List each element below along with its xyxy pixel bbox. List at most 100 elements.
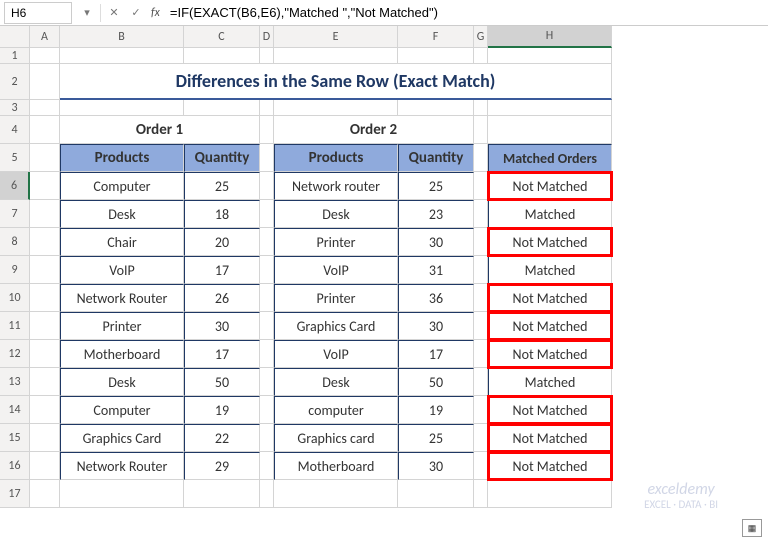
cell-q1-6[interactable]: 25: [184, 172, 260, 200]
cell-q1-9[interactable]: 17: [184, 256, 260, 284]
cell-blank[interactable]: [474, 48, 488, 64]
cell-p2-11[interactable]: Graphics Card: [274, 312, 398, 340]
cell-blank[interactable]: [30, 368, 60, 396]
cell-blank[interactable]: [488, 480, 612, 508]
select-all-corner[interactable]: [0, 26, 30, 48]
row-header-17[interactable]: 17: [0, 480, 30, 508]
cell-blank[interactable]: [474, 256, 488, 284]
cell-q1-11[interactable]: 30: [184, 312, 260, 340]
cell-blank[interactable]: [474, 116, 488, 144]
cell-blank[interactable]: [474, 340, 488, 368]
row-header-11[interactable]: 11: [0, 312, 30, 340]
cell-blank[interactable]: [474, 396, 488, 424]
cell-blank[interactable]: [30, 396, 60, 424]
row-header-7[interactable]: 7: [0, 200, 30, 228]
cell-blank[interactable]: [30, 64, 60, 100]
col-header-G[interactable]: G: [474, 26, 488, 48]
cell-match-12[interactable]: Not Matched: [488, 340, 612, 368]
cell-p1-7[interactable]: Desk: [60, 200, 184, 228]
cell-q1-12[interactable]: 17: [184, 340, 260, 368]
cell-blank[interactable]: [474, 228, 488, 256]
cell-blank[interactable]: [274, 100, 398, 116]
cell-q2-15[interactable]: 25: [398, 424, 474, 452]
cell-blank[interactable]: [260, 424, 274, 452]
cell-p2-10[interactable]: Printer: [274, 284, 398, 312]
cell-blank[interactable]: [30, 312, 60, 340]
cell-q1-7[interactable]: 18: [184, 200, 260, 228]
cell-blank[interactable]: [260, 144, 274, 172]
cell-p1-8[interactable]: Chair: [60, 228, 184, 256]
cell-q2-14[interactable]: 19: [398, 396, 474, 424]
cell-p1-6[interactable]: Computer: [60, 172, 184, 200]
row-header-4[interactable]: 4: [0, 116, 30, 144]
cell-blank[interactable]: [474, 284, 488, 312]
cell-blank[interactable]: [260, 340, 274, 368]
cell-p1-12[interactable]: Motherboard: [60, 340, 184, 368]
cell-blank[interactable]: [30, 48, 60, 64]
col-header-C[interactable]: C: [184, 26, 260, 48]
cell-blank[interactable]: [30, 424, 60, 452]
cell-match-10[interactable]: Not Matched: [488, 284, 612, 312]
row-header-6[interactable]: 6: [0, 172, 30, 200]
cell-blank[interactable]: [184, 480, 260, 508]
cell-blank[interactable]: [30, 172, 60, 200]
cell-q1-15[interactable]: 22: [184, 424, 260, 452]
cell-blank[interactable]: [260, 452, 274, 480]
cell-blank[interactable]: [260, 100, 274, 116]
cell-q1-13[interactable]: 50: [184, 368, 260, 396]
cell-blank[interactable]: [260, 368, 274, 396]
row-header-9[interactable]: 9: [0, 256, 30, 284]
cell-p2-9[interactable]: VoIP: [274, 256, 398, 284]
cell-p2-16[interactable]: Motherboard: [274, 452, 398, 480]
cell-p2-15[interactable]: Graphics card: [274, 424, 398, 452]
cell-blank[interactable]: [30, 200, 60, 228]
cell-match-6[interactable]: Not Matched: [488, 172, 612, 200]
cell-q2-6[interactable]: 25: [398, 172, 474, 200]
cell-blank[interactable]: [260, 480, 274, 508]
cell-blank[interactable]: [184, 48, 260, 64]
cell-blank[interactable]: [30, 100, 60, 116]
cell-blank[interactable]: [30, 340, 60, 368]
name-box[interactable]: [4, 2, 72, 24]
cell-p2-7[interactable]: Desk: [274, 200, 398, 228]
cell-p1-11[interactable]: Printer: [60, 312, 184, 340]
cell-blank[interactable]: [260, 116, 274, 144]
col-header-F[interactable]: F: [398, 26, 474, 48]
cancel-icon[interactable]: ✕: [103, 6, 125, 19]
cell-blank[interactable]: [274, 48, 398, 64]
cell-blank[interactable]: [398, 100, 474, 116]
cell-q1-14[interactable]: 19: [184, 396, 260, 424]
row-header-10[interactable]: 10: [0, 284, 30, 312]
col-header-D[interactable]: D: [260, 26, 274, 48]
cell-match-11[interactable]: Not Matched: [488, 312, 612, 340]
cell-blank[interactable]: [474, 424, 488, 452]
cell-p2-13[interactable]: Desk: [274, 368, 398, 396]
col-header-E[interactable]: E: [274, 26, 398, 48]
cell-p1-14[interactable]: Computer: [60, 396, 184, 424]
col-header-A[interactable]: A: [30, 26, 60, 48]
cell-blank[interactable]: [488, 116, 612, 144]
cell-blank[interactable]: [474, 452, 488, 480]
row-header-14[interactable]: 14: [0, 396, 30, 424]
cell-match-9[interactable]: Matched: [488, 256, 612, 284]
cell-q2-9[interactable]: 31: [398, 256, 474, 284]
cell-p2-6[interactable]: Network router: [274, 172, 398, 200]
cell-q2-7[interactable]: 23: [398, 200, 474, 228]
cell-match-16[interactable]: Not Matched: [488, 452, 612, 480]
cell-p1-10[interactable]: Network Router: [60, 284, 184, 312]
cell-blank[interactable]: [474, 480, 488, 508]
cell-blank[interactable]: [30, 284, 60, 312]
cell-match-13[interactable]: Matched: [488, 368, 612, 396]
cell-blank[interactable]: [474, 144, 488, 172]
cell-blank[interactable]: [260, 48, 274, 64]
cell-blank[interactable]: [398, 48, 474, 64]
cell-blank[interactable]: [260, 396, 274, 424]
cell-blank[interactable]: [30, 116, 60, 144]
cell-blank[interactable]: [260, 312, 274, 340]
cell-q1-8[interactable]: 20: [184, 228, 260, 256]
cell-p1-13[interactable]: Desk: [60, 368, 184, 396]
cell-blank[interactable]: [260, 256, 274, 284]
cell-match-7[interactable]: Matched: [488, 200, 612, 228]
cell-blank[interactable]: [30, 256, 60, 284]
cell-blank[interactable]: [474, 312, 488, 340]
